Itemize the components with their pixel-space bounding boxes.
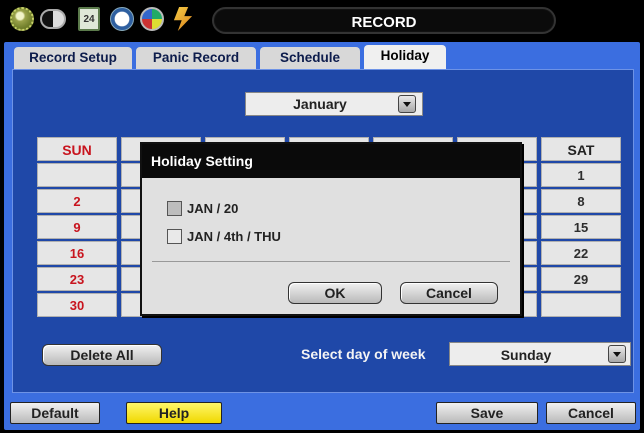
chevron-down-icon[interactable] — [398, 95, 416, 113]
ok-button[interactable]: OK — [288, 282, 382, 304]
calendar-day-cell[interactable]: 9 — [37, 215, 117, 239]
dialog-title: Holiday Setting — [142, 144, 520, 178]
power-icon[interactable] — [173, 7, 193, 31]
calendar-day-cell[interactable]: 15 — [541, 215, 621, 239]
day-of-week-select[interactable]: Sunday — [449, 342, 631, 366]
calendar-day-cell[interactable]: 30 — [37, 293, 117, 317]
chevron-down-icon[interactable] — [608, 345, 626, 363]
calendar-day-cell[interactable]: 2 — [37, 189, 117, 213]
calendar-day-cell[interactable]: 16 — [37, 241, 117, 265]
calendar-day-cell[interactable]: 23 — [37, 267, 117, 291]
month-select-value: January — [293, 96, 347, 112]
holiday-setting-dialog: Holiday Setting JAN / 20 JAN / 4th / THU… — [140, 142, 522, 316]
calendar-day-cell[interactable]: 8 — [541, 189, 621, 213]
default-button[interactable]: Default — [10, 402, 100, 424]
day-of-week-label: Select day of week — [301, 346, 426, 362]
calendar-day-cell[interactable] — [541, 293, 621, 317]
cancel-button[interactable]: Cancel — [546, 402, 636, 424]
holiday-option-label: JAN / 20 — [187, 201, 239, 216]
calendar-day-header: SUN — [37, 137, 117, 161]
dialog-cancel-button[interactable]: Cancel — [400, 282, 498, 304]
title-bar: RECORD — [212, 7, 556, 34]
checkbox[interactable] — [167, 201, 182, 216]
top-toolbar: 24 RECORD — [0, 0, 644, 42]
calendar-day-header: SAT — [541, 137, 621, 161]
save-button[interactable]: Save — [436, 402, 538, 424]
tab-holiday[interactable]: Holiday — [364, 45, 446, 69]
clock-icon[interactable] — [110, 7, 134, 31]
gear-icon[interactable] — [10, 7, 34, 31]
divider — [152, 261, 510, 262]
help-button[interactable]: Help — [126, 402, 222, 424]
day-of-week-value: Sunday — [500, 347, 552, 363]
disc-icon[interactable] — [140, 7, 164, 31]
holiday-option-label: JAN / 4th / THU — [187, 229, 281, 244]
checkbox[interactable] — [167, 229, 182, 244]
calendar-day-cell[interactable]: 22 — [541, 241, 621, 265]
month-select[interactable]: January — [245, 92, 423, 116]
calendar-icon[interactable]: 24 — [78, 7, 100, 31]
tab-record-setup[interactable]: Record Setup — [14, 47, 132, 69]
tab-panic-record[interactable]: Panic Record — [136, 47, 256, 69]
delete-all-button[interactable]: Delete All — [42, 344, 162, 366]
calendar-day-cell[interactable]: 29 — [541, 267, 621, 291]
tab-schedule[interactable]: Schedule — [260, 47, 360, 69]
page-title: RECORD — [351, 14, 417, 31]
calendar-day-cell[interactable] — [37, 163, 117, 187]
toggle-icon[interactable] — [40, 9, 66, 29]
calendar-day-cell[interactable]: 1 — [541, 163, 621, 187]
